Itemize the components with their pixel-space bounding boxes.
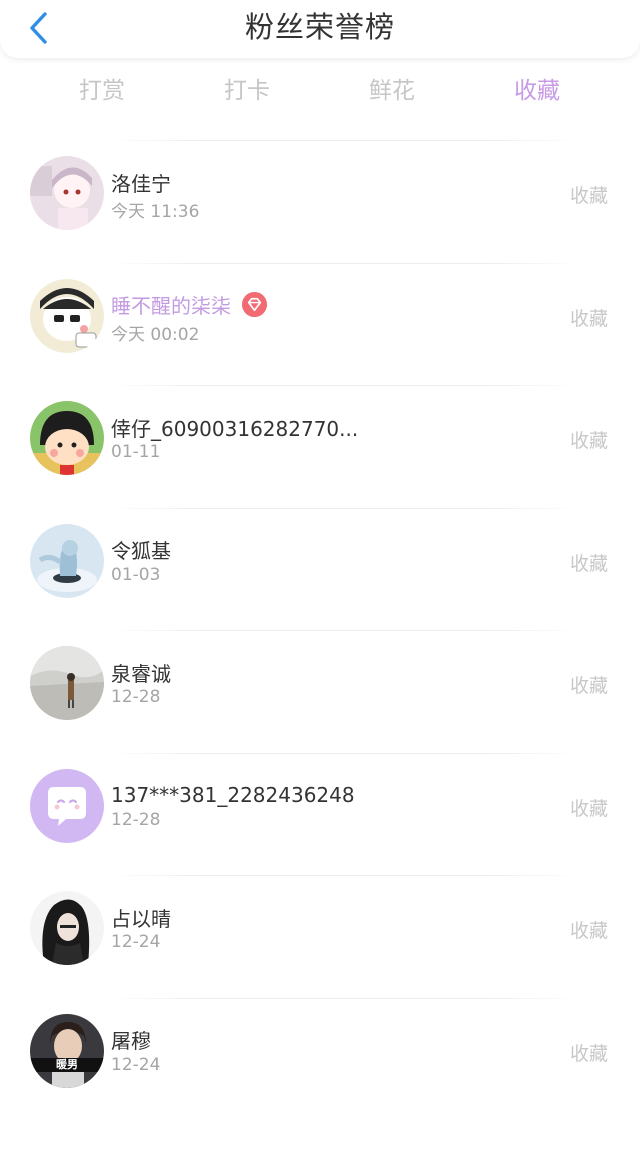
list-item[interactable]: 137***381_2282436248 12-28 收藏 <box>0 754 640 876</box>
fan-name: 洛佳宁 <box>111 171 171 196</box>
fan-date: 12-28 <box>111 809 161 830</box>
action-label: 收藏 <box>569 920 608 942</box>
fan-name: 137***381_2282436248 <box>111 782 355 807</box>
fan-date: 今天 11:36 <box>111 202 200 222</box>
list-item[interactable]: 泉睿诚 12-28 收藏 <box>0 631 640 753</box>
action-label: 收藏 <box>569 675 608 697</box>
tab-favorite[interactable]: 收藏 <box>477 70 597 112</box>
fan-honor-page: 粉丝荣誉榜 打赏 打卡 鲜花 收藏 洛佳宁 今天 11:36 收藏 睡不醒的柒柒… <box>0 0 640 1170</box>
diamond-badge-icon <box>241 291 268 318</box>
avatar[interactable] <box>30 523 104 598</box>
list-item[interactable]: 占以晴 12-24 收藏 <box>0 876 640 998</box>
tab-flower[interactable]: 鲜花 <box>332 70 452 112</box>
action-label: 收藏 <box>569 797 608 820</box>
fan-name: 泉睿诚 <box>111 661 171 686</box>
list-item[interactable]: 洛佳宁 今天 11:36 收藏 <box>0 141 640 263</box>
avatar[interactable] <box>30 891 104 965</box>
action-label: 收藏 <box>569 307 608 330</box>
page-title: 粉丝荣誉榜 <box>244 10 395 44</box>
fan-date: 12-24 <box>111 932 161 952</box>
action-label: 收藏 <box>569 430 608 452</box>
action-label: 收藏 <box>569 185 608 207</box>
list-item[interactable]: 倖仔_60900316282770... 01-11 收藏 <box>0 386 640 508</box>
action-label: 收藏 <box>569 552 608 575</box>
fan-name: 屠穆 <box>111 1029 151 1053</box>
list-item[interactable]: 令狐基 01-03 收藏 <box>0 509 640 631</box>
tab-reward[interactable]: 打赏 <box>42 70 162 112</box>
avatar[interactable] <box>30 768 104 843</box>
fan-name: 令狐基 <box>111 539 171 563</box>
fan-date: 今天 00:02 <box>111 324 200 345</box>
fan-name: 倖仔_60900316282770... <box>111 416 359 441</box>
avatar[interactable]: 暖男 <box>30 1013 104 1088</box>
fan-name: 睡不醒的柒柒 <box>111 294 231 318</box>
fan-date: 12-28 <box>111 687 161 707</box>
list-item[interactable]: 暖男 屠穆 12-24 收藏 <box>0 999 640 1121</box>
chat-bubble-icon <box>30 768 104 843</box>
fan-list: 洛佳宁 今天 11:36 收藏 睡不醒的柒柒 今天 00:02 收藏 倖仔_60… <box>0 140 640 1120</box>
fan-date: 12-24 <box>111 1054 161 1075</box>
avatar[interactable] <box>30 278 104 353</box>
tab-checkin[interactable]: 打卡 <box>187 70 307 112</box>
avatar-caption: 暖男 <box>56 1057 78 1071</box>
avatar[interactable] <box>30 646 104 720</box>
avatar[interactable] <box>30 401 104 475</box>
avatar[interactable] <box>30 156 104 230</box>
fan-date: 01-03 <box>111 564 161 585</box>
fan-name: 占以晴 <box>111 906 171 931</box>
header-bar: 粉丝荣誉榜 <box>0 0 640 58</box>
fan-date: 01-11 <box>111 442 161 462</box>
action-label: 收藏 <box>569 1042 608 1065</box>
list-item[interactable]: 睡不醒的柒柒 今天 00:02 收藏 <box>0 264 640 386</box>
tab-bar: 打赏 打卡 鲜花 收藏 <box>0 70 640 114</box>
